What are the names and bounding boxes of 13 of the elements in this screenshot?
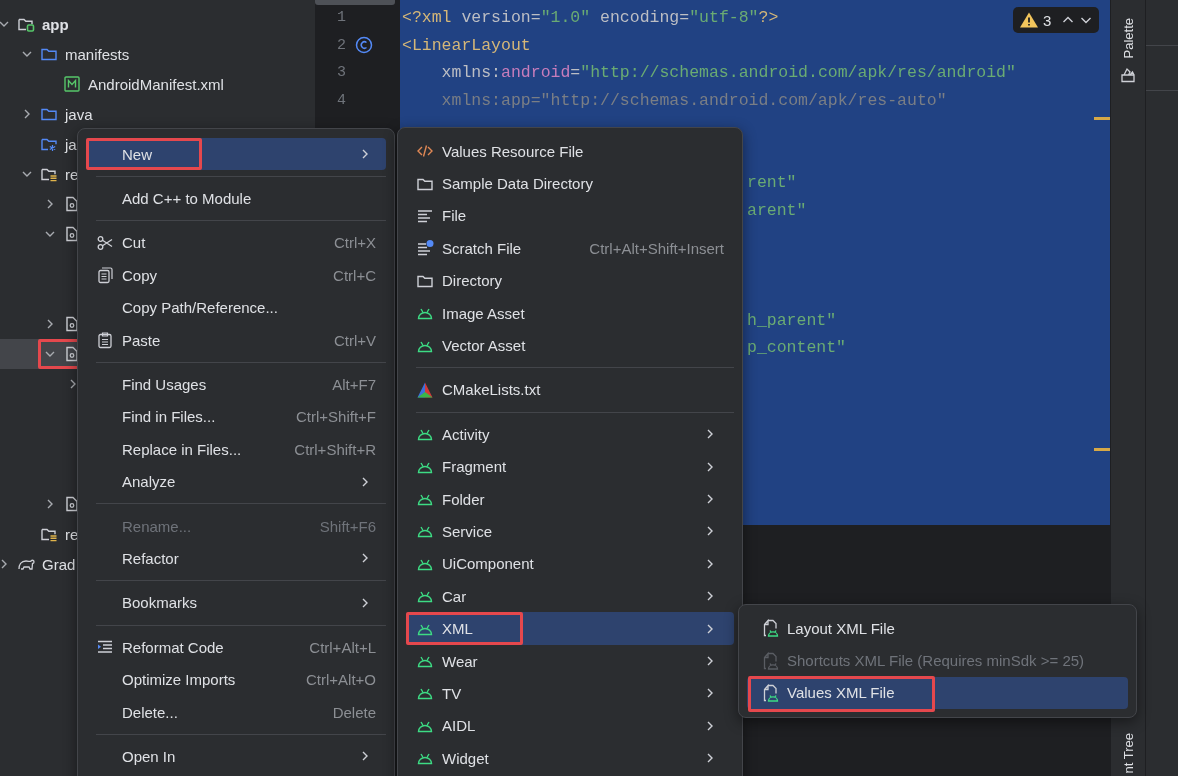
code-fragment: h_parent" xyxy=(747,310,837,330)
line-number: 2 xyxy=(336,36,346,54)
code-line: <LinearLayout xyxy=(402,34,531,57)
code-fragment: rent" xyxy=(747,173,797,192)
line-number: 3 xyxy=(336,64,346,82)
line-number: 1 xyxy=(336,9,346,27)
warning-count: 3 xyxy=(1043,11,1052,29)
line-number: 4 xyxy=(336,91,346,109)
code-line: xmlns:app="http://schemas.android.com/apk/res-auto" xyxy=(440,89,947,112)
code-fragment: p_content" xyxy=(747,338,847,357)
code-line: xmlns:android="http://schemas.android.com/apk/res/android" xyxy=(440,62,1016,84)
code-line: <?xml version="1.0" encoding="utf-8"?> xyxy=(402,7,779,29)
code-fragment: arent" xyxy=(747,200,807,220)
